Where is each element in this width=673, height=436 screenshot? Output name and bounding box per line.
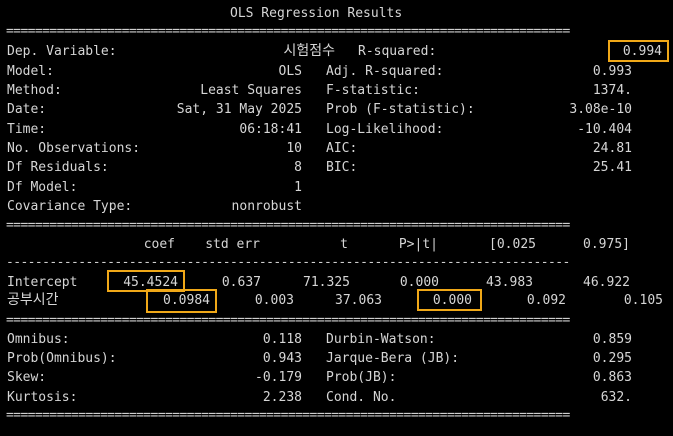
diag-left-label: Omnibus: (7, 332, 70, 347)
diag-right-label: Cond. No. (326, 390, 397, 405)
col-header-p: P>|t| (398, 237, 438, 252)
col-header-std-err: std err (205, 237, 260, 252)
t-value: 71.325 (303, 275, 350, 290)
summary-right-value: 0.994 (622, 44, 662, 59)
summary-right-label: Log-Likelihood: (326, 122, 444, 137)
summary-left-value: Least Squares (200, 83, 302, 98)
summary-left-value: 10 (286, 141, 302, 156)
summary-row: Dep. Variable: 시험점수 R-squared: 0.994 (0, 42, 673, 61)
diag-left-label: Kurtosis: (7, 390, 78, 405)
diag-left-value: 2.238 (262, 390, 302, 405)
summary-row: Covariance Type: nonrobust (0, 197, 673, 216)
diag-right-label: Prob(JB): (326, 370, 397, 385)
coef-table-row: 공부시간 0.0984 0.003 37.063 0.000 0.092 0.1… (0, 291, 673, 310)
diag-left-label: Prob(Omnibus): (7, 351, 117, 366)
diag-left-value: -0.179 (255, 370, 302, 385)
coef-table-row: Intercept 45.4524 0.637 71.325 0.000 43.… (0, 273, 673, 292)
coef-row-name: 공부시간 (7, 292, 59, 308)
diag-right-label: Durbin-Watson: (326, 332, 436, 347)
results-title: OLS Regression Results (230, 6, 403, 21)
summary-right-value: 0.993 (592, 64, 632, 79)
summary-left-value: OLS (278, 64, 302, 79)
summary-right-value: -10.404 (577, 122, 632, 137)
summary-row: Method: Least Squares F-statistic: 1374. (0, 81, 673, 100)
diag-right-value: 632. (600, 390, 632, 405)
ci-high-value: 0.105 (623, 293, 663, 308)
summary-row: Df Residuals: 8 BIC: 25.41 (0, 158, 673, 177)
p-value: 0.000 (399, 275, 439, 290)
summary-left-label: Df Model: (7, 180, 78, 195)
diagnostics-row: Omnibus: 0.118 Durbin-Watson: 0.859 (0, 330, 673, 349)
summary-left-label: Date: (7, 102, 47, 117)
summary-row: Df Model: 1 (0, 178, 673, 197)
summary-right-label: Adj. R-squared: (326, 64, 444, 79)
ci-high-value: 46.922 (583, 275, 630, 290)
summary-left-label: Df Residuals: (7, 160, 109, 175)
double-rule: ========================================… (6, 408, 570, 423)
summary-left-value: Sat, 31 May 2025 (176, 102, 302, 117)
std-err-value: 0.003 (254, 293, 294, 308)
summary-left-label: No. Observations: (7, 141, 141, 156)
diagnostics-row: Kurtosis: 2.238 Cond. No. 632. (0, 388, 673, 407)
col-header-ci-low: [0.025 (489, 237, 536, 252)
summary-row: No. Observations: 10 AIC: 24.81 (0, 139, 673, 158)
col-header-t: t (340, 237, 348, 252)
summary-left-label: Covariance Type: (7, 199, 133, 214)
coef-row-name: Intercept (7, 275, 78, 290)
diag-right-value: 0.863 (592, 370, 632, 385)
summary-left-value: 8 (294, 160, 302, 175)
ci-low-value: 43.983 (486, 275, 533, 290)
diag-right-label: Jarque-Bera (JB): (326, 351, 460, 366)
summary-left-label: Dep. Variable: (7, 44, 117, 59)
diag-left-value: 0.118 (262, 332, 302, 347)
ols-results-console: OLS Regression Results =================… (0, 0, 673, 436)
summary-left-value: nonrobust (231, 199, 302, 214)
summary-left-label: Time: (7, 122, 47, 137)
col-header-coef: coef (143, 237, 175, 252)
t-value: 37.063 (335, 293, 382, 308)
std-err-value: 0.637 (221, 275, 261, 290)
summary-right-value: 24.81 (592, 141, 632, 156)
diag-right-value: 0.295 (592, 351, 632, 366)
summary-left-value: 06:18:41 (239, 122, 302, 137)
summary-right-value: 3.08e-10 (569, 102, 632, 117)
summary-right-label: F-statistic: (326, 83, 420, 98)
diagnostics-row: Prob(Omnibus): 0.943 Jarque-Bera (JB): 0… (0, 349, 673, 368)
summary-left-value: 시험점수 (283, 43, 335, 59)
title-row: OLS Regression Results (0, 4, 673, 23)
summary-right-label: Prob (F-statistic): (326, 102, 475, 117)
double-rule: ========================================… (6, 218, 570, 233)
summary-row: Time: 06:18:41 Log-Likelihood: -10.404 (0, 120, 673, 139)
coef-header-row: coef std err t P>|t| [0.025 0.975] (0, 235, 673, 254)
summary-right-label: AIC: (326, 141, 358, 156)
summary-row: Date: Sat, 31 May 2025 Prob (F-statistic… (0, 100, 673, 119)
double-rule: ========================================… (6, 24, 570, 39)
coef-value: 45.4524 (123, 275, 178, 290)
summary-left-value: 1 (294, 180, 302, 195)
double-rule: ========================================… (6, 313, 570, 328)
summary-left-label: Model: (7, 64, 54, 79)
diag-left-label: Skew: (7, 370, 47, 385)
coef-value: 0.0984 (163, 293, 210, 308)
summary-right-value: 25.41 (592, 160, 632, 175)
single-rule: ----------------------------------------… (6, 255, 570, 270)
p-value: 0.000 (432, 293, 472, 308)
diagnostics-row: Skew: -0.179 Prob(JB): 0.863 (0, 368, 673, 387)
summary-right-label: BIC: (326, 160, 358, 175)
summary-row: Model: OLS Adj. R-squared: 0.993 (0, 62, 673, 81)
summary-right-value: 1374. (592, 83, 632, 98)
col-header-ci-high: 0.975] (583, 237, 630, 252)
summary-left-label: Method: (7, 83, 62, 98)
diag-left-value: 0.943 (262, 351, 302, 366)
diag-right-value: 0.859 (592, 332, 632, 347)
ci-low-value: 0.092 (526, 293, 566, 308)
summary-right-label: R-squared: (358, 44, 437, 59)
